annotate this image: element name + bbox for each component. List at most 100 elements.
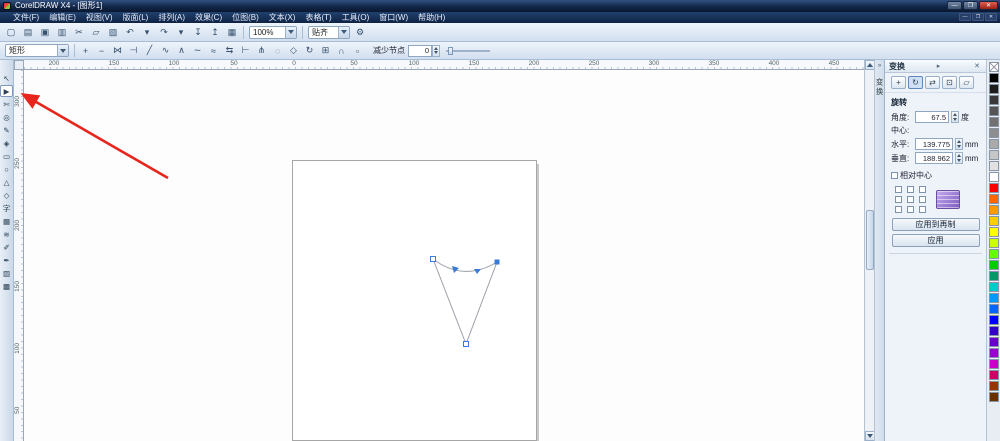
no-color-swatch[interactable] (988, 62, 999, 72)
color-swatch[interactable] (988, 326, 999, 336)
color-swatch[interactable] (988, 73, 999, 83)
color-swatch[interactable] (988, 183, 999, 193)
menu-item[interactable]: 效果(C) (190, 12, 227, 23)
transform-rotate-icon[interactable]: ↻ (908, 76, 923, 89)
cut-icon[interactable]: ✂ (71, 25, 87, 40)
smooth-node-icon[interactable]: ∼ (190, 43, 205, 58)
color-swatch[interactable] (988, 216, 999, 226)
chevron-down-icon[interactable] (338, 26, 349, 38)
join-nodes-icon[interactable]: ⋈ (110, 43, 125, 58)
symmetric-node-icon[interactable]: ≈ (206, 43, 221, 58)
extract-subpath-icon[interactable]: ⋔ (254, 43, 269, 58)
align-nodes-icon[interactable]: ⊞ (318, 43, 333, 58)
table-tool[interactable]: ▦ (0, 215, 13, 227)
color-swatch[interactable] (988, 249, 999, 259)
eyedropper-tool[interactable]: ✐ (0, 241, 13, 253)
menu-item[interactable]: 排列(A) (153, 12, 190, 23)
rectangle-tool[interactable]: ▭ (0, 150, 13, 162)
basic-shapes-tool[interactable]: ◇ (0, 189, 13, 201)
freehand-tool[interactable]: ✎ (0, 124, 13, 136)
chevron-down-icon[interactable] (285, 26, 296, 38)
curve-smoothness-slider[interactable] (446, 46, 490, 55)
doc-minimize-button[interactable]: — (959, 13, 971, 21)
interactive-fill-tool[interactable]: ▩ (0, 280, 13, 292)
slider-handle[interactable] (448, 46, 453, 55)
doc-close-button[interactable]: ✕ (985, 13, 997, 21)
anchor-checkbox[interactable] (895, 186, 902, 193)
color-swatch[interactable] (988, 95, 999, 105)
color-swatch[interactable] (988, 161, 999, 171)
new-icon[interactable]: ▢ (3, 25, 19, 40)
menu-item[interactable]: 视图(V) (81, 12, 118, 23)
menu-item[interactable]: 版面(L) (118, 12, 154, 23)
maximize-button[interactable]: ❐ (963, 1, 978, 10)
color-swatch[interactable] (988, 194, 999, 204)
anchor-checkbox[interactable] (907, 206, 914, 213)
close-curve-icon[interactable]: ◌ (270, 43, 285, 58)
blend-tool[interactable]: ≋ (0, 228, 13, 240)
center-v-stepper[interactable] (955, 152, 963, 164)
color-swatch[interactable] (988, 348, 999, 358)
curve-node-bottom[interactable] (463, 341, 469, 347)
copy-icon[interactable]: ▱ (88, 25, 104, 40)
fill-tool[interactable]: ▨ (0, 267, 13, 279)
menu-item[interactable]: 窗口(W) (374, 12, 413, 23)
color-swatch[interactable] (988, 381, 999, 391)
paste-icon[interactable]: ▨ (105, 25, 121, 40)
close-button[interactable]: ✕ (979, 1, 998, 10)
color-swatch[interactable] (988, 293, 999, 303)
undo-dropdown-icon[interactable]: ▾ (139, 25, 155, 40)
to-line-icon[interactable]: ╱ (142, 43, 157, 58)
color-swatch[interactable] (988, 117, 999, 127)
angle-input[interactable]: 67.5 (915, 111, 949, 123)
color-swatch[interactable] (988, 172, 999, 182)
elastic-mode-icon[interactable]: ∩ (334, 43, 349, 58)
reverse-direction-icon[interactable]: ⇆ (222, 43, 237, 58)
docker-flyout-icon[interactable]: ▸ (935, 62, 943, 70)
cusp-node-icon[interactable]: ∧ (174, 43, 189, 58)
preset-combo[interactable]: 矩形 (5, 44, 69, 57)
color-swatch[interactable] (988, 205, 999, 215)
smart-fill-tool[interactable]: ◈ (0, 137, 13, 149)
save-icon[interactable]: ▣ (37, 25, 53, 40)
control-handle-marker[interactable] (474, 269, 481, 274)
apply-to-duplicate-button[interactable]: 应用到再制 (891, 218, 980, 231)
angle-stepper[interactable] (951, 111, 959, 123)
color-swatch[interactable] (988, 238, 999, 248)
shape-tool[interactable]: ▶ (0, 85, 13, 97)
anchor-checkbox[interactable] (907, 196, 914, 203)
transform-size-icon[interactable]: ⊡ (942, 76, 957, 89)
pick-tool[interactable]: ↖ (0, 72, 13, 84)
rotate-nodes-icon[interactable]: ↻ (302, 43, 317, 58)
stretch-nodes-icon[interactable]: ◇ (286, 43, 301, 58)
delete-node-icon[interactable]: − (94, 43, 109, 58)
color-swatch[interactable] (988, 337, 999, 347)
add-node-icon[interactable]: + (78, 43, 93, 58)
export-icon[interactable]: ↥ (207, 25, 223, 40)
menu-item[interactable]: 表格(T) (300, 12, 336, 23)
text-tool[interactable]: 字 (0, 202, 13, 214)
scrollbar-thumb[interactable] (866, 210, 874, 270)
app-launcher-icon[interactable]: ▦ (224, 25, 240, 40)
import-icon[interactable]: ↧ (190, 25, 206, 40)
anchor-checkbox[interactable] (919, 196, 926, 203)
color-swatch[interactable] (988, 315, 999, 325)
transform-position-icon[interactable]: + (891, 76, 906, 89)
menu-item[interactable]: 帮助(H) (413, 12, 450, 23)
transform-skew-icon[interactable]: ▱ (959, 76, 974, 89)
print-icon[interactable]: ▥ (54, 25, 70, 40)
menu-item[interactable]: 工具(O) (337, 12, 375, 23)
triangle-shape[interactable] (431, 257, 498, 346)
doc-restore-button[interactable]: ❐ (972, 13, 984, 21)
to-curve-icon[interactable]: ∿ (158, 43, 173, 58)
break-node-icon[interactable]: ⊣ (126, 43, 141, 58)
ruler-origin[interactable] (14, 60, 24, 70)
menu-item[interactable]: 位图(B) (227, 12, 264, 23)
apply-button[interactable]: 应用 (891, 234, 980, 247)
center-h-stepper[interactable] (955, 138, 963, 150)
color-swatch[interactable] (988, 392, 999, 402)
relative-center-checkbox[interactable] (891, 172, 898, 179)
minimize-button[interactable]: — (947, 1, 962, 10)
color-swatch[interactable] (988, 84, 999, 94)
color-swatch[interactable] (988, 359, 999, 369)
